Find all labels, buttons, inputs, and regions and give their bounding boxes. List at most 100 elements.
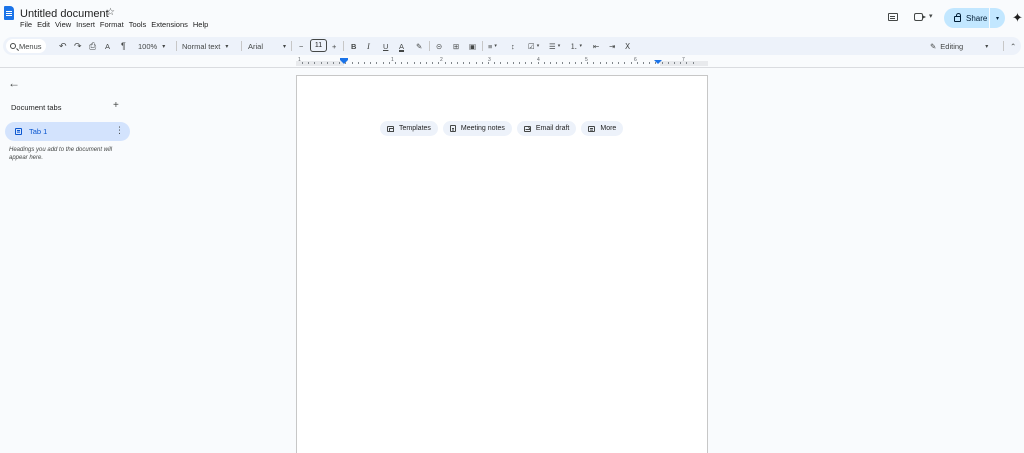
style-value: Normal text xyxy=(182,41,221,51)
ruler-tick xyxy=(426,62,427,64)
add-tab-icon[interactable]: + xyxy=(113,100,119,111)
ruler-tick xyxy=(649,62,651,64)
email-icon xyxy=(523,125,531,132)
paint-format-icon[interactable]: ¶ xyxy=(121,37,126,55)
editing-mode-select[interactable]: ✎ Editing ▾ xyxy=(930,37,988,55)
menu-view[interactable]: View xyxy=(55,20,71,29)
ruler-tick xyxy=(419,62,421,64)
menu-insert[interactable]: Insert xyxy=(76,20,95,29)
ruler-tick xyxy=(357,62,359,64)
divider xyxy=(482,41,483,51)
ruler-tick xyxy=(500,62,502,64)
ruler-tick xyxy=(550,62,551,64)
add-comment-icon[interactable]: ⊞ xyxy=(453,37,459,55)
building-block-chips: Templates Meeting notes Email draft More xyxy=(380,121,624,136)
bold-icon[interactable]: B xyxy=(351,37,356,55)
divider xyxy=(1003,41,1004,51)
menu-tools[interactable]: Tools xyxy=(129,20,147,29)
line-spacing-icon[interactable]: ↕ xyxy=(511,37,515,55)
meet-icon[interactable] xyxy=(914,13,926,21)
ruler-tick xyxy=(643,62,644,64)
document-title[interactable]: Untitled document xyxy=(20,8,109,20)
font-value: Arial xyxy=(248,41,264,51)
more-icon xyxy=(588,125,596,132)
ruler-tick xyxy=(326,62,328,64)
highlight-icon[interactable]: ✎ xyxy=(416,37,422,55)
star-icon[interactable]: ☆ xyxy=(106,7,115,18)
ruler-tick xyxy=(333,62,334,64)
back-arrow-icon[interactable]: ← xyxy=(8,76,20,90)
docs-logo-icon[interactable] xyxy=(4,6,14,20)
gemini-icon[interactable]: ✦ xyxy=(1012,10,1023,26)
ruler-number: 1 xyxy=(391,57,394,63)
ruler-tick xyxy=(512,62,514,64)
templates-chip[interactable]: Templates xyxy=(380,121,438,136)
pencil-icon: ✎ xyxy=(930,41,937,51)
italic-icon[interactable]: I xyxy=(367,37,370,55)
ruler-tick xyxy=(525,62,527,64)
redo-icon[interactable]: ↷ xyxy=(74,37,82,55)
print-icon[interactable]: ⎙ xyxy=(89,37,96,55)
meeting-notes-chip[interactable]: Meeting notes xyxy=(442,121,512,136)
ruler-tick xyxy=(494,62,496,64)
tab-label: Tab 1 xyxy=(29,127,48,136)
menu-help[interactable]: Help xyxy=(193,20,208,29)
ruler-tick xyxy=(351,62,353,64)
chip-label: Templates xyxy=(399,125,431,132)
chevron-down-icon: ▾ xyxy=(283,43,287,50)
more-options-icon[interactable]: ⋮ xyxy=(115,125,124,136)
more-chip[interactable]: More xyxy=(581,121,624,136)
ruler-tick xyxy=(308,62,310,64)
increase-indent-icon[interactable]: ⇥ xyxy=(609,37,615,55)
spellcheck-icon[interactable]: A xyxy=(105,37,110,55)
chip-label: Meeting notes xyxy=(460,125,505,132)
left-indent-handle[interactable] xyxy=(340,60,348,64)
menu-file[interactable]: File xyxy=(20,20,32,29)
style-select[interactable]: Normal text ▾ xyxy=(182,37,228,55)
ruler-tick xyxy=(395,62,396,64)
clear-formatting-icon[interactable]: Ⅹ xyxy=(625,37,630,55)
ruler-tick xyxy=(568,62,570,64)
ruler-tick xyxy=(382,62,384,64)
email-draft-chip[interactable]: Email draft xyxy=(516,121,577,136)
zoom-select[interactable]: 100% ▾ xyxy=(138,37,165,55)
menus-label: Menus xyxy=(19,41,42,51)
toolbar: Menus ↶ ↷ ⎙ A ¶ 100% ▾ Normal text ▾ Ari… xyxy=(3,37,1021,55)
ruler-number: 2 xyxy=(440,57,443,63)
decrease-indent-icon[interactable]: ⇤ xyxy=(593,37,599,55)
font-size-input[interactable]: 11 xyxy=(310,39,327,52)
menu-bar: File Edit View Insert Format Tools Exten… xyxy=(20,20,208,29)
underline-icon[interactable]: U xyxy=(383,37,388,55)
menu-format[interactable]: Format xyxy=(100,20,124,29)
undo-icon[interactable]: ↶ xyxy=(59,37,67,55)
share-button[interactable]: Share xyxy=(944,8,989,28)
bulleted-list-select[interactable]: ☰ ▾ xyxy=(549,37,560,55)
font-select[interactable]: Arial ▾ xyxy=(248,37,286,55)
checklist-select[interactable]: ☑ ▾ xyxy=(528,37,539,55)
align-select[interactable]: ≡ ▾ xyxy=(488,37,497,55)
meet-caret-icon[interactable]: ▾ xyxy=(929,12,933,20)
horizontal-ruler[interactable]: 1 1 2 3 4 5 6 7 xyxy=(296,57,708,67)
menus-search[interactable]: Menus xyxy=(6,39,46,53)
ruler-tick xyxy=(432,62,434,64)
toolbar-divider xyxy=(0,67,1024,68)
sidebar-tab-1[interactable]: Tab 1 ⋮ xyxy=(5,122,130,141)
ruler-tick xyxy=(345,62,347,64)
numbered-list-select[interactable]: ⒈ ▾ xyxy=(570,37,582,55)
ruler-tick xyxy=(388,62,390,64)
ruler-tick xyxy=(686,62,688,64)
ruler-tick xyxy=(407,62,409,64)
document-page[interactable]: Templates Meeting notes Email draft More xyxy=(296,75,708,453)
increase-font-size-icon[interactable]: + xyxy=(332,37,336,55)
text-color-icon[interactable]: A xyxy=(399,37,404,55)
decrease-font-size-icon[interactable]: − xyxy=(299,37,303,55)
comment-history-icon[interactable] xyxy=(888,13,898,21)
insert-image-icon[interactable]: ▣ xyxy=(469,37,476,55)
collapse-menus-icon[interactable]: ⌃ xyxy=(1010,37,1016,55)
chevron-down-icon: ▾ xyxy=(494,43,497,49)
link-icon[interactable]: ⊝ xyxy=(436,37,442,55)
menu-edit[interactable]: Edit xyxy=(37,20,50,29)
ruler-tick xyxy=(543,62,545,64)
menu-extensions[interactable]: Extensions xyxy=(151,20,188,29)
ruler-tick xyxy=(444,62,446,64)
